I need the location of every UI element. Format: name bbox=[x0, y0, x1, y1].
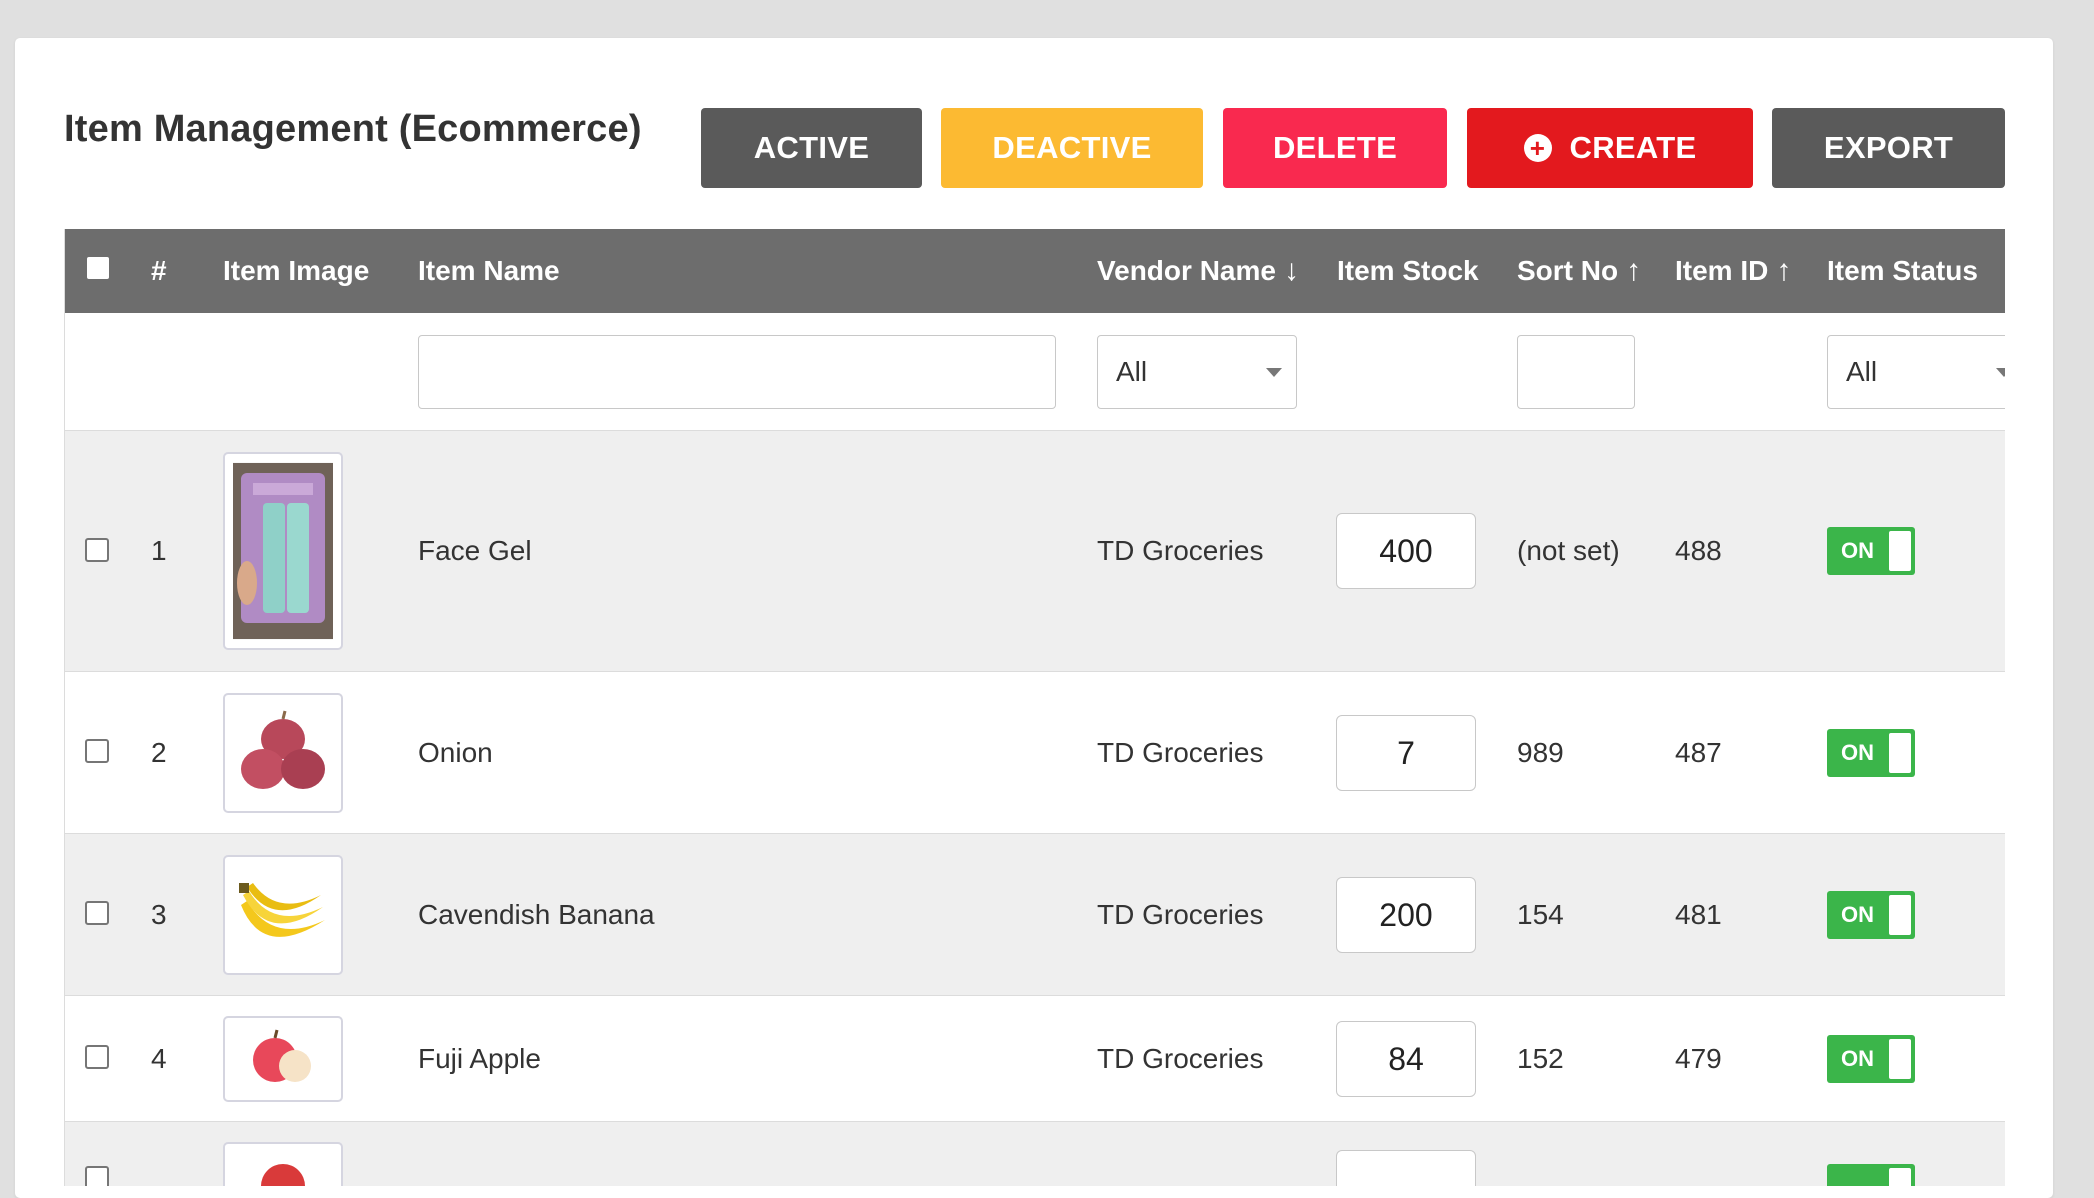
column-header-number: # bbox=[151, 255, 167, 286]
item-id: 488 bbox=[1675, 535, 1722, 566]
row-number: 4 bbox=[151, 1042, 167, 1074]
table-header: # Item Image Item Name Vendor Name ↓ Ite… bbox=[65, 229, 2005, 313]
vendor-filter-select[interactable]: All bbox=[1097, 335, 1297, 409]
column-header-status[interactable]: Item Status bbox=[1827, 229, 1978, 313]
status-toggle[interactable]: ON bbox=[1827, 527, 1915, 575]
travel-bottles-image bbox=[233, 462, 333, 640]
item-stock-input[interactable]: 400 bbox=[1336, 513, 1476, 589]
status-toggle-label: ON bbox=[1841, 740, 1874, 765]
item-stock-input[interactable]: 84 bbox=[1336, 1021, 1476, 1097]
apple-image bbox=[233, 1152, 333, 1186]
row-checkbox[interactable] bbox=[85, 1045, 109, 1069]
item-id: 481 bbox=[1675, 898, 1722, 930]
toggle-knob bbox=[1889, 733, 1911, 773]
filter-row: All All bbox=[65, 313, 2005, 431]
page-title: Item Management (Ecommerce) bbox=[64, 108, 642, 150]
table-row bbox=[65, 1122, 2005, 1186]
column-header-sort-label: Sort No bbox=[1517, 255, 1619, 286]
banana-image bbox=[233, 865, 333, 965]
toggle-knob bbox=[1889, 1039, 1911, 1079]
status-toggle-label: ON bbox=[1841, 1046, 1874, 1071]
row-checkbox[interactable] bbox=[85, 1166, 109, 1186]
column-header-name[interactable]: Item Name bbox=[418, 229, 560, 313]
arrow-down-icon: ↓ bbox=[1283, 254, 1299, 287]
column-header-id[interactable]: Item ID ↑ bbox=[1675, 229, 1791, 313]
apple-image bbox=[233, 1026, 333, 1092]
item-name: Cavendish Banana bbox=[418, 898, 655, 930]
create-button-label: CREATE bbox=[1569, 130, 1697, 165]
item-thumbnail[interactable] bbox=[223, 693, 343, 813]
item-stock-input[interactable]: 200 bbox=[1336, 877, 1476, 953]
column-header-vendor-label: Vendor Name bbox=[1097, 255, 1276, 286]
status-toggle[interactable]: ON bbox=[1827, 729, 1915, 777]
deactive-button[interactable]: DEACTIVE bbox=[941, 108, 1203, 188]
status-toggle[interactable]: ON bbox=[1827, 1035, 1915, 1083]
toggle-knob bbox=[1889, 895, 1911, 935]
active-button[interactable]: ACTIVE bbox=[701, 108, 922, 188]
delete-button[interactable]: DELETE bbox=[1223, 108, 1447, 188]
table-row: 3 Cavendish Banana TD Groceries 200 154 … bbox=[65, 834, 2005, 996]
vendor-name: TD Groceries bbox=[1097, 535, 1264, 566]
sort-no: 152 bbox=[1517, 1042, 1564, 1074]
sort-no: (not set) bbox=[1517, 535, 1620, 566]
column-header-image: Item Image bbox=[223, 255, 370, 286]
toggle-knob bbox=[1889, 531, 1911, 571]
row-checkbox[interactable] bbox=[85, 739, 109, 763]
status-toggle[interactable] bbox=[1827, 1164, 1915, 1186]
status-toggle[interactable]: ON bbox=[1827, 891, 1915, 939]
item-name: Fuji Apple bbox=[418, 1042, 541, 1074]
vendor-name: TD Groceries bbox=[1097, 1042, 1264, 1074]
item-thumbnail[interactable] bbox=[223, 1016, 343, 1102]
toggle-knob bbox=[1889, 1168, 1911, 1186]
item-thumbnail[interactable] bbox=[223, 1142, 343, 1186]
column-header-vendor[interactable]: Vendor Name ↓ bbox=[1097, 229, 1299, 313]
row-number: 1 bbox=[151, 535, 167, 566]
item-thumbnail[interactable] bbox=[223, 452, 343, 650]
plus-circle-icon: + bbox=[1523, 134, 1552, 162]
item-stock-input[interactable] bbox=[1336, 1150, 1476, 1186]
chevron-down-icon bbox=[1266, 368, 1282, 377]
table-row: 2 Onion TD Groceries 7 989 487 ON bbox=[65, 672, 2005, 834]
select-all-checkbox[interactable] bbox=[87, 257, 109, 279]
arrow-up-icon: ↑ bbox=[1626, 254, 1642, 287]
chevron-down-icon bbox=[1996, 368, 2005, 377]
status-toggle-label: ON bbox=[1841, 902, 1874, 927]
column-header-sort[interactable]: Sort No ↑ bbox=[1517, 229, 1641, 313]
vendor-filter-value: All bbox=[1116, 356, 1148, 387]
item-name-filter-input[interactable] bbox=[418, 335, 1056, 409]
row-number: 3 bbox=[151, 898, 167, 930]
sort-no-filter-input[interactable] bbox=[1517, 335, 1635, 409]
create-button[interactable]: + CREATE bbox=[1467, 108, 1753, 188]
status-toggle-label: ON bbox=[1841, 538, 1874, 563]
vendor-name: TD Groceries bbox=[1097, 736, 1264, 768]
item-id: 479 bbox=[1675, 1042, 1722, 1074]
sort-no: 989 bbox=[1517, 736, 1564, 768]
table-row: 4 Fuji Apple TD Groceries 84 152 479 ON bbox=[65, 996, 2005, 1122]
item-name: Onion bbox=[418, 736, 493, 768]
export-button[interactable]: EXPORT bbox=[1772, 108, 2005, 188]
status-filter-select[interactable]: All bbox=[1827, 335, 2005, 409]
item-id: 487 bbox=[1675, 736, 1722, 768]
onion-image bbox=[233, 703, 333, 803]
status-filter-value: All bbox=[1846, 356, 1878, 387]
column-header-stock[interactable]: Item Stock bbox=[1337, 229, 1479, 313]
table-row: 1 Face Gel TD Groceries 400 (not set) 48… bbox=[65, 431, 2005, 672]
row-number: 2 bbox=[151, 736, 167, 768]
arrow-up-icon: ↑ bbox=[1776, 254, 1792, 287]
vendor-name: TD Groceries bbox=[1097, 898, 1264, 930]
items-table: # Item Image Item Name Vendor Name ↓ Ite… bbox=[64, 229, 2005, 1186]
item-thumbnail[interactable] bbox=[223, 855, 343, 975]
column-header-id-label: Item ID bbox=[1675, 255, 1769, 286]
sort-no: 154 bbox=[1517, 898, 1564, 930]
item-stock-input[interactable]: 7 bbox=[1336, 715, 1476, 791]
row-checkbox[interactable] bbox=[85, 538, 109, 562]
row-checkbox[interactable] bbox=[85, 901, 109, 925]
item-name: Face Gel bbox=[418, 535, 532, 566]
